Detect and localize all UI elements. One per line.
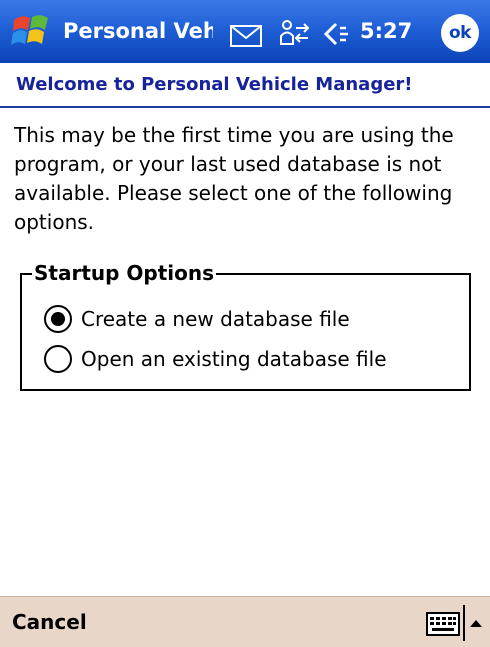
option-label[interactable]: Open an existing database file bbox=[81, 347, 387, 371]
window-title: Personal Vehicle Manager bbox=[63, 19, 213, 43]
input-panel-divider bbox=[463, 605, 465, 641]
option-open-existing-database[interactable]: Open an existing database file bbox=[44, 345, 387, 373]
windows-start-icon[interactable] bbox=[10, 10, 56, 54]
title-bar: Personal Vehicle Manager 5:27 ok bbox=[0, 0, 490, 63]
menu-bar: Cancel bbox=[0, 596, 490, 647]
envelope-icon[interactable] bbox=[229, 24, 263, 48]
app-screen: Personal Vehicle Manager 5:27 ok bbox=[0, 0, 490, 647]
radio-button[interactable] bbox=[44, 345, 72, 373]
chevron-up-icon[interactable] bbox=[468, 615, 484, 629]
radio-button-selected[interactable] bbox=[44, 305, 72, 333]
option-label[interactable]: Create a new database file bbox=[81, 307, 350, 331]
connectivity-icon[interactable] bbox=[278, 18, 312, 50]
intro-text: This may be the first time you are using… bbox=[14, 123, 454, 234]
radio-dot bbox=[51, 312, 65, 326]
ok-button[interactable]: ok bbox=[441, 14, 479, 52]
startup-options-group: Startup Options Create a new database fi… bbox=[20, 259, 471, 391]
welcome-heading: Welcome to Personal Vehicle Manager! bbox=[0, 63, 490, 108]
cancel-button[interactable]: Cancel bbox=[12, 607, 87, 637]
startup-options-label: Startup Options bbox=[32, 259, 217, 287]
volume-icon[interactable] bbox=[322, 20, 352, 48]
ok-button-label: ok bbox=[449, 23, 472, 43]
option-create-new-database[interactable]: Create a new database file bbox=[44, 305, 350, 333]
clock[interactable]: 5:27 bbox=[360, 16, 412, 46]
keyboard-icon[interactable] bbox=[426, 612, 460, 636]
